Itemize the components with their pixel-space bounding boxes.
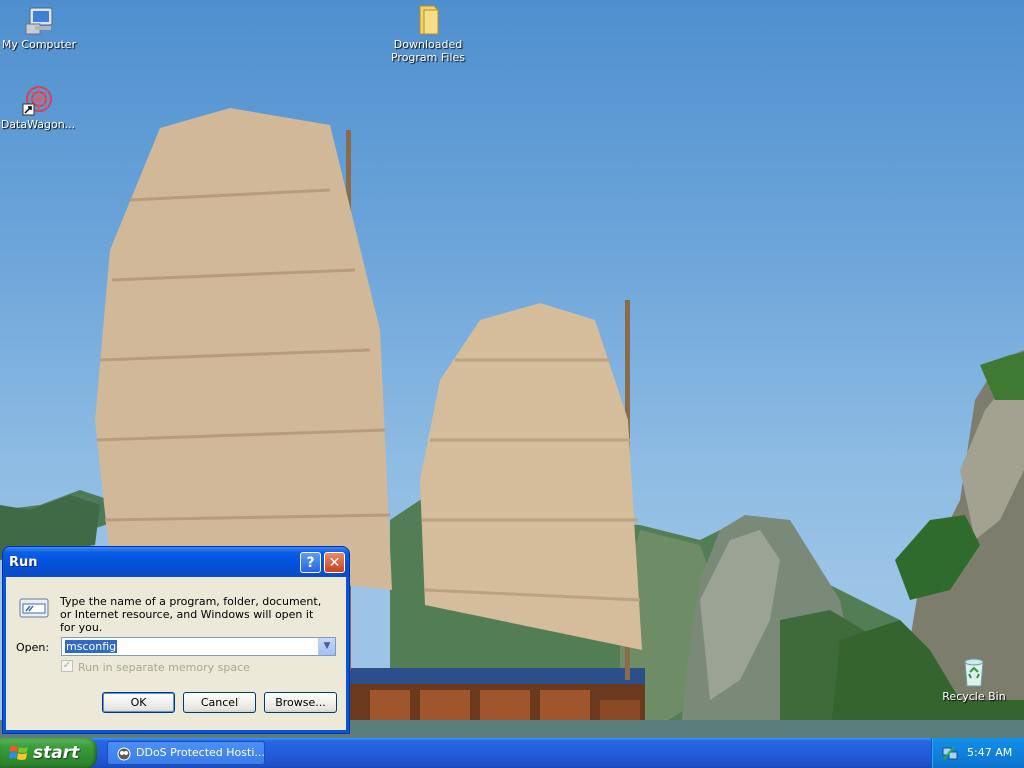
browse-button[interactable]: Browse... bbox=[264, 692, 337, 713]
system-tray: 5:47 AM bbox=[931, 738, 1024, 768]
run-dialog-titlebar[interactable]: Run ? ✕ bbox=[3, 547, 349, 577]
desktop-icon-datawagon[interactable]: DataWagon... bbox=[0, 84, 76, 131]
run-program-icon bbox=[18, 597, 50, 624]
desktop-icon-recycle-bin[interactable]: Recycle Bin bbox=[936, 656, 1012, 703]
cancel-button[interactable]: Cancel bbox=[183, 692, 256, 713]
desktop-icon-label: Downloaded Program Files bbox=[390, 38, 466, 64]
my-computer-icon bbox=[23, 4, 55, 36]
browser-icon bbox=[117, 747, 131, 761]
clock[interactable]: 5:47 AM bbox=[967, 746, 1012, 759]
separate-memory-label: Run in separate memory space bbox=[78, 661, 250, 674]
run-description: Type the name of a program, folder, docu… bbox=[60, 595, 322, 634]
windows-logo-icon bbox=[9, 746, 28, 760]
dialog-title: Run bbox=[9, 555, 38, 570]
network-icon[interactable] bbox=[942, 745, 958, 761]
desktop-icon-label: DataWagon... bbox=[0, 118, 76, 131]
help-button[interactable]: ? bbox=[300, 552, 321, 573]
separate-memory-checkbox: ✓ bbox=[61, 660, 73, 672]
run-dialog-body: Type the name of a program, folder, docu… bbox=[6, 577, 346, 730]
desktop-icon-downloaded-program-files[interactable]: Downloaded Program Files bbox=[390, 4, 466, 64]
taskbar-item-browser[interactable]: DDoS Protected Hosti... bbox=[107, 741, 265, 765]
desktop-icon-my-computer[interactable]: My Computer bbox=[1, 4, 77, 51]
start-button[interactable]: start bbox=[0, 738, 97, 768]
open-label: Open: bbox=[16, 641, 50, 654]
recycle-bin-icon bbox=[958, 656, 990, 688]
desktop: My Computer DataWagon... Downloaded Prog… bbox=[0, 0, 1024, 738]
taskbar: start DDoS Protected Hosti... 5:47 AM bbox=[0, 738, 1024, 768]
run-dialog: Run ? ✕ Type the name of a program, fold… bbox=[3, 547, 349, 733]
taskbar-item-label: DDoS Protected Hosti... bbox=[136, 746, 265, 759]
ok-button[interactable]: OK bbox=[102, 692, 175, 713]
close-button[interactable]: ✕ bbox=[324, 552, 345, 573]
datawagon-shortcut-icon bbox=[22, 84, 54, 116]
chevron-down-icon[interactable]: ▼ bbox=[318, 638, 335, 655]
folder-icon bbox=[412, 4, 444, 36]
desktop-icon-label: Recycle Bin bbox=[942, 690, 1006, 703]
desktop-icon-label: My Computer bbox=[1, 38, 77, 51]
start-label: start bbox=[33, 743, 80, 763]
open-combobox[interactable]: msconfig ▼ bbox=[61, 637, 336, 656]
open-input[interactable]: msconfig bbox=[65, 640, 118, 653]
